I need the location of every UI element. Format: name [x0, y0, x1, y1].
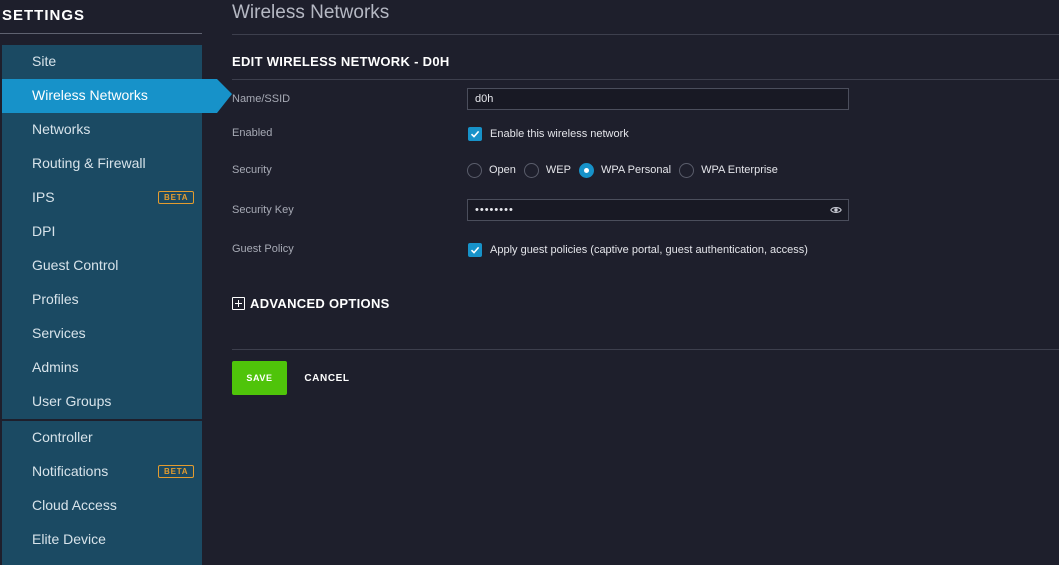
- sidebar-item-notifications[interactable]: Notifications BETA: [2, 455, 202, 489]
- enabled-checkbox-label: Enable this wireless network: [490, 127, 629, 140]
- sidebar-item-admins[interactable]: Admins: [2, 351, 202, 385]
- security-key-label: Security Key: [232, 204, 294, 216]
- sidebar-item-label: Admins: [32, 359, 79, 375]
- sidebar-item-ips[interactable]: IPS BETA: [2, 181, 202, 215]
- security-key-input[interactable]: ••••••••: [467, 199, 849, 221]
- guest-policy-checkbox[interactable]: [468, 242, 482, 257]
- sidebar-item-label: Site: [32, 53, 57, 69]
- main-content: Wireless Networks EDIT WIRELESS NETWORK …: [217, 0, 1059, 565]
- security-radio-group: Open WEP WPA Personal WPA Enterprise: [467, 162, 786, 178]
- section-title: EDIT WIRELESS NETWORK - D0H: [232, 54, 450, 69]
- sidebar-item-services[interactable]: Services: [2, 317, 202, 351]
- security-option-open[interactable]: Open: [467, 162, 516, 178]
- sidebar-item-wireless-networks[interactable]: Wireless Networks: [2, 79, 232, 113]
- sidebar-item-label: DPI: [32, 223, 56, 239]
- eye-icon[interactable]: [830, 204, 842, 216]
- sidebar-item-label: Elite Device: [32, 531, 106, 547]
- page-title: Wireless Networks: [232, 2, 390, 23]
- beta-badge: BETA: [158, 191, 195, 204]
- security-option-wpa-enterprise[interactable]: WPA Enterprise: [679, 162, 778, 178]
- sidebar-item-user-groups[interactable]: User Groups: [2, 385, 202, 419]
- sidebar-item-label: IPS: [32, 189, 55, 205]
- check-icon: [470, 130, 480, 138]
- radio-label: WPA Enterprise: [701, 164, 778, 176]
- sidebar-item-label: Notifications: [32, 463, 109, 479]
- sidebar-item-label: Guest Control: [32, 257, 119, 273]
- radio-label: WPA Personal: [600, 164, 672, 176]
- enabled-checkbox-row[interactable]: Enable this wireless network: [468, 126, 629, 141]
- sidebar-item-routing-firewall[interactable]: Routing & Firewall: [2, 147, 202, 181]
- sidebar-item-guest-control[interactable]: Guest Control: [2, 249, 202, 283]
- divider: [232, 349, 1059, 350]
- sidebar-item-profiles[interactable]: Profiles: [2, 283, 202, 317]
- radio-button[interactable]: [467, 162, 482, 178]
- radio-button-selected[interactable]: [578, 162, 594, 178]
- cancel-button[interactable]: CANCEL: [299, 361, 355, 395]
- save-button[interactable]: SAVE: [232, 361, 287, 395]
- guest-policy-label: Guest Policy: [232, 243, 294, 255]
- guest-policy-checkbox-row[interactable]: Apply guest policies (captive portal, gu…: [468, 242, 808, 257]
- sidebar-item-label: Wireless Networks: [32, 87, 148, 103]
- sidebar-item-cloud-access[interactable]: Cloud Access: [2, 489, 202, 523]
- app-window: SETTINGS Site Wireless Networks Networks…: [0, 0, 1059, 565]
- guest-policy-checkbox-label: Apply guest policies (captive portal, gu…: [490, 243, 808, 256]
- sidebar-item-networks[interactable]: Networks: [2, 113, 202, 147]
- sidebar-item-label: Profiles: [32, 291, 79, 307]
- security-option-wpa-personal[interactable]: WPA Personal: [578, 162, 672, 178]
- security-label: Security: [232, 164, 272, 176]
- sidebar-item-label: Controller: [32, 429, 93, 445]
- name-ssid-input[interactable]: d0h: [467, 88, 849, 110]
- plus-square-icon: [232, 296, 245, 310]
- settings-sidebar: SETTINGS Site Wireless Networks Networks…: [0, 0, 232, 565]
- radio-button[interactable]: [679, 162, 695, 178]
- security-key-value: ••••••••: [475, 204, 514, 216]
- sidebar-item-label: User Groups: [32, 393, 112, 409]
- sidebar-item-elite-device[interactable]: Elite Device: [2, 523, 202, 557]
- sidebar-item-site[interactable]: Site: [2, 45, 202, 79]
- sidebar-item-dpi[interactable]: DPI: [2, 215, 202, 249]
- advanced-options-label: ADVANCED OPTIONS: [250, 295, 390, 311]
- enabled-label: Enabled: [232, 127, 273, 139]
- sidebar-divider: [0, 33, 202, 34]
- sidebar-item-label: Networks: [32, 121, 91, 137]
- sidebar-item-controller[interactable]: Controller: [2, 421, 202, 455]
- divider: [232, 79, 1059, 80]
- sidebar-item-label: Services: [32, 325, 86, 341]
- name-ssid-label: Name/SSID: [232, 93, 291, 105]
- sidebar-title: SETTINGS: [2, 7, 86, 24]
- enabled-checkbox[interactable]: [468, 126, 482, 141]
- advanced-options-toggle[interactable]: ADVANCED OPTIONS: [232, 295, 390, 311]
- radio-label: WEP: [545, 164, 571, 176]
- sidebar-group-controller: Controller Notifications BETA Cloud Acce…: [2, 421, 202, 565]
- sidebar-item-label: Cloud Access: [32, 497, 117, 513]
- check-icon: [470, 246, 480, 254]
- radio-button[interactable]: [523, 162, 539, 178]
- sidebar-group-site: Site Wireless Networks Networks Routing …: [2, 45, 232, 419]
- security-option-wep[interactable]: WEP: [523, 162, 571, 178]
- radio-label: Open: [489, 164, 516, 176]
- divider: [232, 34, 1059, 35]
- sidebar-item-label: Routing & Firewall: [32, 155, 146, 171]
- name-ssid-value: d0h: [475, 93, 494, 105]
- beta-badge: BETA: [158, 465, 195, 478]
